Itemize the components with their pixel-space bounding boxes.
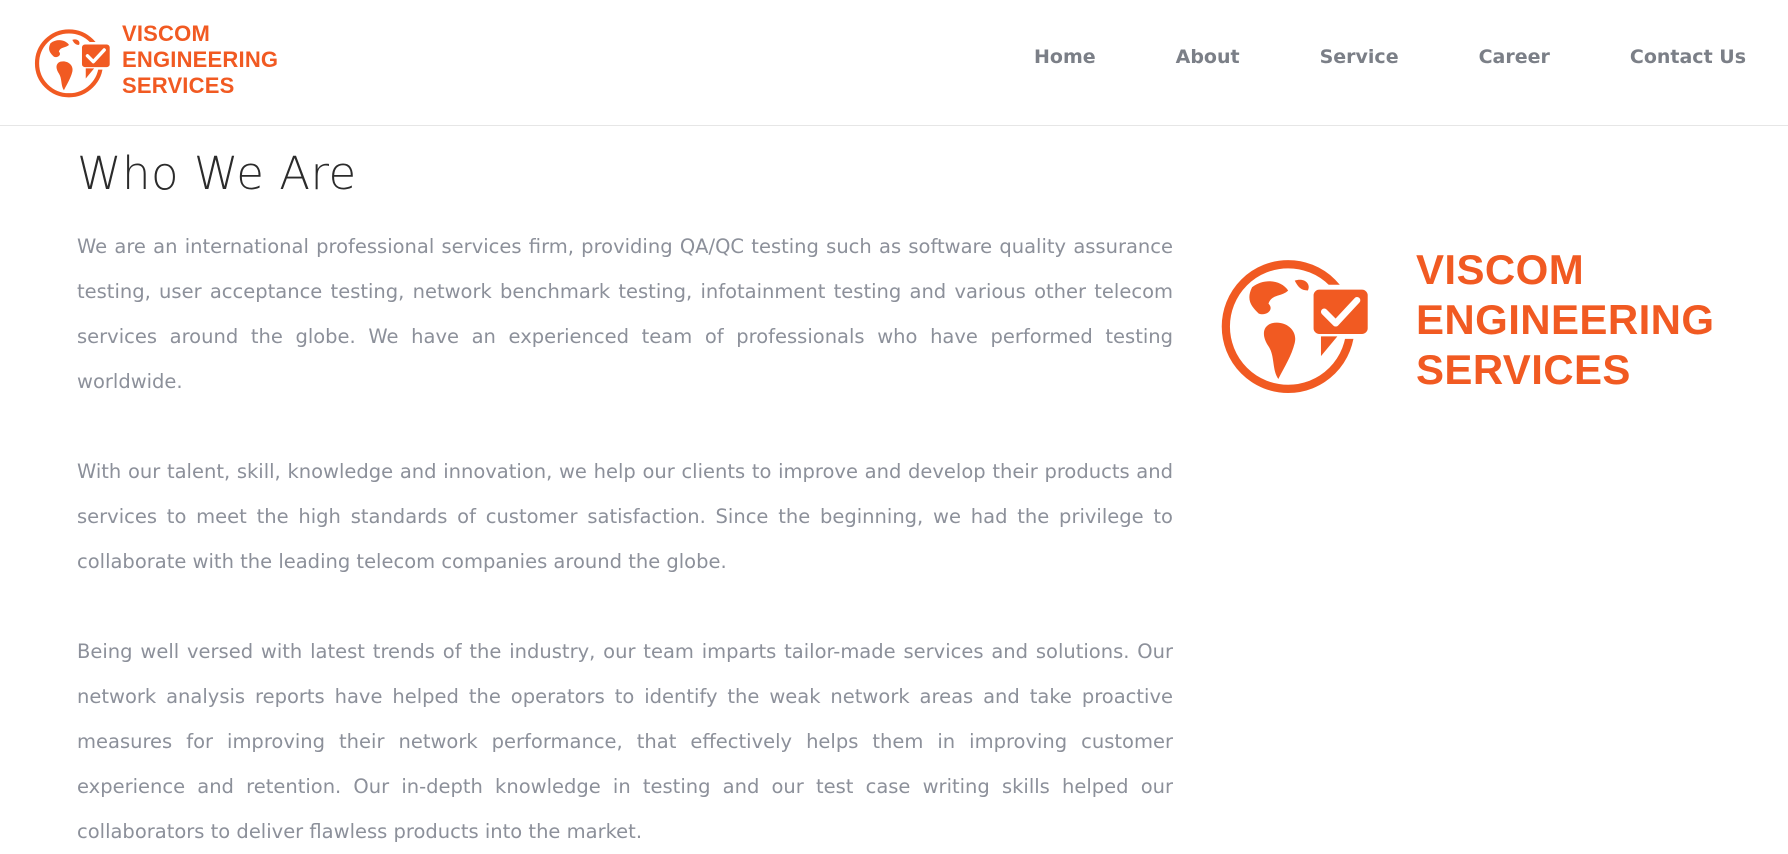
- nav-contact-us[interactable]: Contact Us: [1630, 40, 1746, 74]
- main-nav: Home About Service Career Contact Us: [1034, 40, 1746, 74]
- intro-paragraph-3: Being well versed with latest trends of …: [77, 640, 1173, 843]
- header-logo[interactable]: VISCOM ENGINEERING SERVICES: [32, 18, 278, 102]
- globe-check-chat-icon: [34, 29, 113, 98]
- brand-line-3: SERVICES: [122, 73, 235, 98]
- nav-service[interactable]: Service: [1320, 40, 1399, 74]
- side-logo: VISCOM ENGINEERING SERVICES: [1216, 238, 1714, 402]
- who-we-are-section: Who We Are We are an international profe…: [77, 126, 1173, 854]
- intro-paragraph-1: We are an international professional ser…: [77, 235, 1173, 393]
- page-title: Who We Are: [77, 147, 357, 200]
- globe-check-chat-icon: [1221, 260, 1373, 393]
- site-header: VISCOM ENGINEERING SERVICES Home About S…: [0, 0, 1788, 126]
- brand-line-2: ENGINEERING: [122, 47, 279, 72]
- nav-home[interactable]: Home: [1034, 40, 1096, 74]
- side-brand-line-2: ENGINEERING: [1416, 296, 1715, 343]
- side-brand-line-1: VISCOM: [1416, 246, 1585, 293]
- side-logo-text: VISCOM ENGINEERING SERVICES: [1416, 245, 1714, 395]
- intro-paragraph-2: With our talent, skill, knowledge and in…: [77, 460, 1173, 573]
- nav-about[interactable]: About: [1176, 40, 1240, 74]
- nav-career[interactable]: Career: [1479, 40, 1550, 74]
- side-brand-line-3: SERVICES: [1416, 346, 1631, 393]
- brand-line-1: VISCOM: [122, 21, 210, 46]
- header-logo-text: VISCOM ENGINEERING SERVICES: [122, 21, 278, 99]
